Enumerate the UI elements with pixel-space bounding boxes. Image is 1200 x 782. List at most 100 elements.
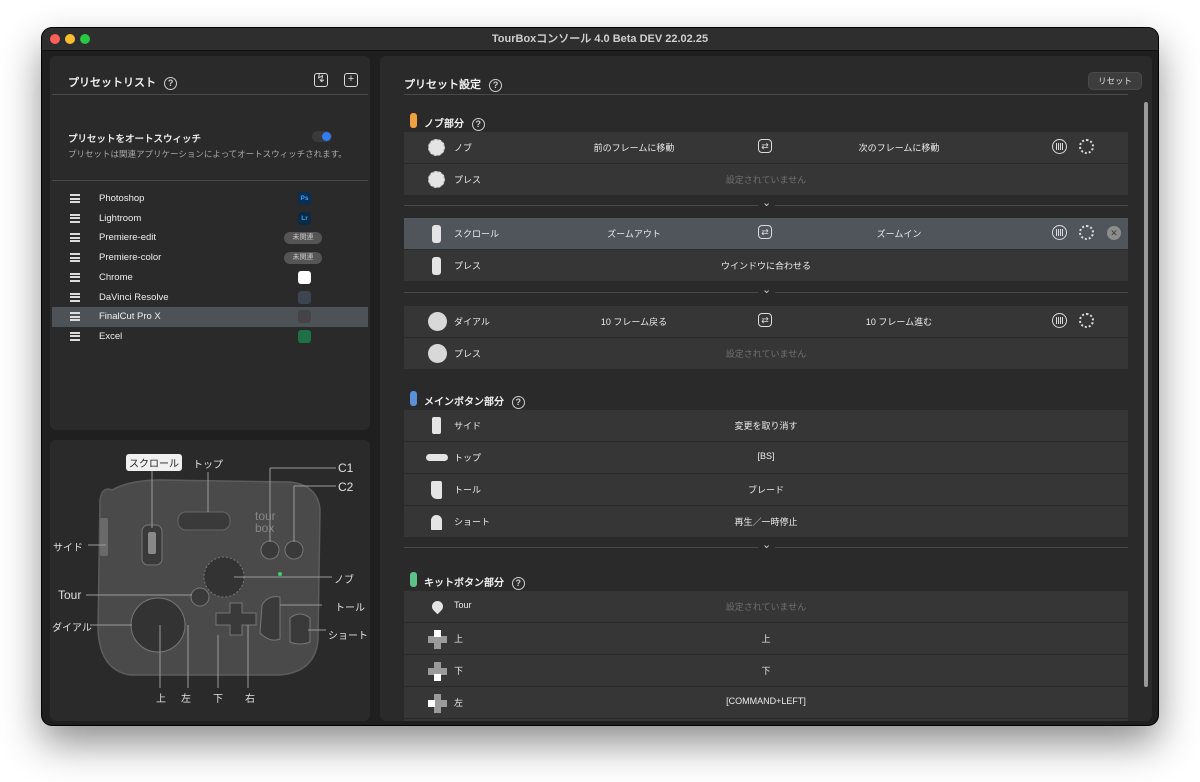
close-window-button[interactable] xyxy=(50,34,60,44)
kit-row-left[interactable]: 左 [COMMAND+LEFT] xyxy=(404,687,1128,719)
kit-section-title: キットボタン部分 xyxy=(424,578,504,589)
speed-icon[interactable] xyxy=(1052,225,1067,240)
knob-row[interactable]: ノブ 前のフレームに移動 ⇄ 次のフレームに移動 xyxy=(404,132,1128,164)
chevron-down-icon[interactable]: ⌄ xyxy=(758,284,776,296)
preset-item[interactable]: Photoshop Ps xyxy=(52,189,368,209)
chevron-down-icon[interactable]: ⌄ xyxy=(758,539,776,551)
dpad-up-icon xyxy=(428,630,447,649)
drag-handle-icon[interactable] xyxy=(70,213,80,223)
app-window: TourBoxコンソール 4.0 Beta DEV 22.02.25 プリセット… xyxy=(42,28,1158,725)
scroll-press-row[interactable]: プレス ウインドウに合わせる xyxy=(404,250,1128,282)
preset-item[interactable]: Excel xyxy=(52,327,368,347)
swap-direction-icon[interactable]: ⇄ xyxy=(758,313,772,327)
row-action[interactable]: 設定されていません xyxy=(584,173,948,186)
device-diagram-panel: tour box スクロール トップ C1 C2 サイド ノブ Tour トール… xyxy=(50,440,370,721)
main-row-tall[interactable]: トール ブレード xyxy=(404,474,1128,506)
sensitivity-icon[interactable] xyxy=(1079,225,1094,240)
row-action[interactable]: ウインドウに合わせる xyxy=(584,259,948,272)
help-icon[interactable]: ? xyxy=(164,76,178,90)
ccw-action[interactable]: ズームアウト xyxy=(544,227,724,240)
device-tour-button[interactable] xyxy=(190,587,210,607)
add-preset-icon[interactable]: + xyxy=(344,73,358,87)
row-action[interactable]: [BS] xyxy=(584,451,948,461)
kit-row-tour[interactable]: Tour 設定されていません xyxy=(404,591,1128,623)
preset-item[interactable]: Premiere-edit 未関連 xyxy=(52,228,368,248)
main-row-side[interactable]: サイド 変更を取り消す xyxy=(404,410,1128,442)
drag-handle-icon[interactable] xyxy=(70,253,80,263)
row-label: ノブ xyxy=(454,143,473,153)
row-action[interactable]: 変更を取り消す xyxy=(584,419,948,432)
row-action[interactable]: 下 xyxy=(584,664,948,677)
scrollbar[interactable] xyxy=(1144,102,1148,687)
device-c1-button[interactable] xyxy=(260,540,280,560)
drag-handle-icon[interactable] xyxy=(70,331,80,341)
device-short-button[interactable] xyxy=(289,613,311,645)
help-icon[interactable]: ? xyxy=(511,576,525,590)
main-row-short[interactable]: ショート 再生／一時停止 xyxy=(404,506,1128,538)
cw-action[interactable]: 10 フレーム進む xyxy=(804,315,994,328)
drag-handle-icon[interactable] xyxy=(70,194,80,203)
row-action[interactable]: 再生／一時停止 xyxy=(584,515,948,528)
drag-handle-icon[interactable] xyxy=(70,272,80,282)
collapse-divider[interactable]: ⌄ xyxy=(404,284,1128,299)
row-action[interactable]: 設定されていません xyxy=(584,600,948,613)
auto-switch-description: プリセットは関連アプリケーションによってオートスウィッチされます。 xyxy=(68,149,347,159)
speed-icon[interactable] xyxy=(1052,313,1067,328)
collapse-divider[interactable]: ⌄ xyxy=(404,539,1128,554)
help-icon[interactable]: ? xyxy=(471,117,485,131)
swap-direction-icon[interactable]: ⇄ xyxy=(758,139,772,153)
ccw-action[interactable]: 前のフレームに移動 xyxy=(544,141,724,154)
preset-item[interactable]: FinalCut Pro X xyxy=(52,307,368,328)
preset-item[interactable]: Chrome xyxy=(52,268,368,288)
scroll-icon xyxy=(428,225,441,243)
help-icon[interactable]: ? xyxy=(489,78,503,92)
speed-icon[interactable] xyxy=(1052,139,1067,154)
chevron-down-icon[interactable]: ⌄ xyxy=(758,197,776,209)
label-right: 右 xyxy=(245,694,255,705)
main-row-top[interactable]: トップ [BS] xyxy=(404,442,1128,474)
clear-icon[interactable]: ✕ xyxy=(1107,226,1121,240)
dial-press-row[interactable]: プレス 設定されていません xyxy=(404,338,1128,370)
device-c2-button[interactable] xyxy=(284,540,304,560)
preset-item[interactable]: Premiere-color 未関連 xyxy=(52,248,368,268)
divider xyxy=(52,180,368,181)
scroll-row[interactable]: スクロール ズームアウト ⇄ ズームイン ✕ xyxy=(404,218,1128,250)
device-dial[interactable] xyxy=(130,597,186,653)
cw-action[interactable]: 次のフレームに移動 xyxy=(804,141,994,154)
swap-direction-icon[interactable]: ⇄ xyxy=(758,225,772,239)
preset-list-title: プリセットリスト xyxy=(68,77,156,89)
scroll-icon xyxy=(428,257,441,275)
knob-press-row[interactable]: プレス 設定されていません xyxy=(404,164,1128,196)
preset-item[interactable]: Lightroom Lr xyxy=(52,209,368,229)
knob-icon xyxy=(428,139,445,156)
row-action[interactable]: [COMMAND+LEFT] xyxy=(584,696,948,706)
device-tall-button[interactable] xyxy=(259,596,281,641)
collapse-divider[interactable]: ⌄ xyxy=(404,197,1128,212)
device-top-button[interactable] xyxy=(177,511,231,531)
row-action[interactable]: 上 xyxy=(584,632,948,645)
drag-handle-icon[interactable] xyxy=(70,312,80,322)
drag-handle-icon[interactable] xyxy=(70,233,80,243)
help-icon[interactable]: ? xyxy=(511,395,525,409)
kit-row-down[interactable]: 下 下 xyxy=(404,655,1128,687)
reset-button[interactable]: リセット xyxy=(1088,72,1142,90)
auto-switch-toggle[interactable] xyxy=(312,131,332,142)
preset-list-panel: プリセットリスト ? ↯ + プリセットをオートスウィッチ プリセットは関連アプ… xyxy=(50,56,370,430)
row-action[interactable]: 設定されていません xyxy=(584,347,948,360)
ccw-action[interactable]: 10 フレーム戻る xyxy=(544,315,724,328)
drag-handle-icon[interactable] xyxy=(70,292,80,302)
dial-row[interactable]: ダイアル 10 フレーム戻る ⇄ 10 フレーム進む xyxy=(404,306,1128,338)
import-preset-icon[interactable]: ↯ xyxy=(314,73,328,87)
device-side-button[interactable] xyxy=(100,518,108,556)
cw-action[interactable]: ズームイン xyxy=(804,227,994,240)
row-action[interactable]: ブレード xyxy=(584,483,948,496)
preset-item[interactable]: DaVinci Resolve xyxy=(52,288,368,308)
label-short: ショート xyxy=(328,631,368,642)
row-label: トップ xyxy=(454,453,482,463)
sensitivity-icon[interactable] xyxy=(1079,139,1094,154)
minimize-window-button[interactable] xyxy=(65,34,75,44)
zoom-window-button[interactable] xyxy=(80,34,90,44)
row-label: ダイアル xyxy=(454,317,490,327)
sensitivity-icon[interactable] xyxy=(1079,313,1094,328)
kit-row-up[interactable]: 上 上 xyxy=(404,623,1128,655)
